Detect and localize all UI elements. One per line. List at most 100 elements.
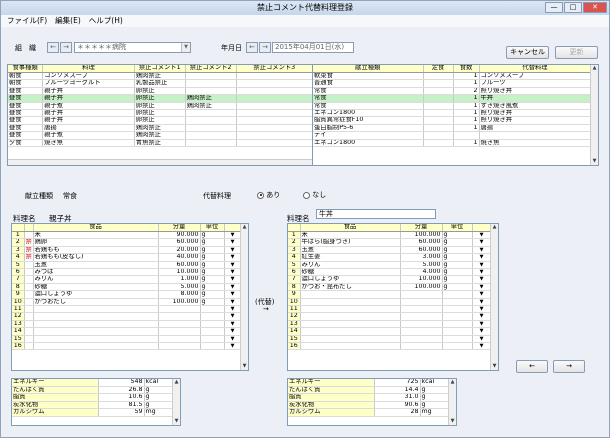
table-row[interactable]: 5 玉葱 60.000 g ▼ bbox=[12, 261, 242, 269]
table-row[interactable]: 14 ▼ bbox=[12, 327, 242, 336]
table-row[interactable]: 3 禁若鶏もも 20.000 g ▼ bbox=[12, 246, 242, 255]
food-unit[interactable]: g bbox=[200, 253, 225, 262]
food-name[interactable]: 玉葱 bbox=[33, 261, 159, 269]
kumi-next-button[interactable]: → bbox=[60, 42, 72, 53]
food-name[interactable]: 若鶏もも bbox=[33, 246, 159, 255]
food-amount[interactable]: 10.000 bbox=[400, 275, 443, 284]
food-unit[interactable] bbox=[442, 312, 473, 321]
food-amount[interactable]: 5.000 bbox=[400, 261, 443, 269]
table-row[interactable]: デイ bbox=[313, 131, 592, 140]
food-amount[interactable]: 90.000 bbox=[158, 231, 201, 240]
food-unit[interactable]: g bbox=[200, 275, 225, 284]
table-row[interactable]: 8 砂糖 5.000 g ▼ bbox=[12, 283, 242, 292]
table-row[interactable]: 昼食 親子煮 卵禁止 鶏肉禁止 bbox=[8, 102, 313, 110]
food-name[interactable] bbox=[300, 305, 401, 314]
food-unit[interactable]: g bbox=[200, 261, 225, 269]
kinshi-hscroll[interactable] bbox=[8, 159, 313, 165]
chevron-down-icon[interactable]: ▼ bbox=[472, 335, 492, 344]
food-unit[interactable]: g bbox=[200, 290, 225, 299]
food-name[interactable]: みりん bbox=[300, 261, 401, 269]
table-row[interactable]: 2 禁鶏卵 60.000 g ▼ bbox=[12, 238, 242, 247]
menu-file[interactable]: ファイル(F) bbox=[7, 15, 47, 27]
food-amount[interactable]: 60.000 bbox=[158, 261, 201, 269]
table-row[interactable]: 蛋白脂制P5-6 1 唐揚 bbox=[313, 124, 592, 133]
table-row[interactable]: 6 みつば 10.000 g ▼ bbox=[12, 268, 242, 277]
food-unit[interactable]: g bbox=[200, 283, 225, 292]
chevron-down-icon[interactable]: ▼ bbox=[224, 290, 242, 299]
table-row[interactable]: 常食 1 すき焼き風煮 bbox=[313, 102, 592, 110]
food-amount[interactable] bbox=[158, 335, 201, 344]
table-row[interactable]: 2 牛ばら(脂身つき) 60.000 g ▼ bbox=[288, 238, 492, 247]
food-name[interactable] bbox=[33, 335, 159, 344]
table-row[interactable]: 脂質異常症食F10 1 照り焼き丼 bbox=[313, 116, 592, 125]
table-row[interactable]: 軟菜食 1 コンソメスープ bbox=[313, 72, 592, 81]
chevron-down-icon[interactable]: ▼ bbox=[472, 261, 492, 269]
kumi-prev-button[interactable]: ← bbox=[47, 42, 59, 53]
table-row[interactable]: 10 ▼ bbox=[288, 298, 492, 306]
close-button[interactable]: ✕ bbox=[583, 2, 607, 13]
chevron-down-icon[interactable]: ▼ bbox=[472, 238, 492, 247]
table-row[interactable]: 4 紅生姜 3.000 g ▼ bbox=[288, 253, 492, 262]
food-name[interactable]: 鶏卵 bbox=[33, 238, 159, 247]
table-row[interactable]: 夕食 焼き魚 青魚禁止 bbox=[8, 139, 313, 147]
food-name[interactable]: 若鶏もも(皮なし) bbox=[33, 253, 159, 262]
chevron-down-icon[interactable]: ▼ bbox=[472, 342, 492, 351]
right-food-vscroll[interactable]: ▲ ▼ bbox=[490, 224, 498, 370]
food-name[interactable] bbox=[33, 305, 159, 314]
minimize-button[interactable]: — bbox=[545, 2, 563, 13]
food-unit[interactable] bbox=[200, 327, 225, 336]
table-row[interactable]: 11 ▼ bbox=[288, 305, 492, 314]
food-unit[interactable] bbox=[442, 342, 473, 351]
food-unit[interactable]: g bbox=[442, 231, 473, 240]
food-amount[interactable]: 10.000 bbox=[158, 268, 201, 277]
food-amount[interactable] bbox=[158, 320, 201, 329]
table-row[interactable]: 10 かつおだし 100.000 g ▼ bbox=[12, 298, 242, 306]
chevron-down-icon[interactable]: ▼ bbox=[472, 298, 492, 306]
cancel-button[interactable]: キャンセル bbox=[506, 46, 549, 59]
move-left-button[interactable]: ← bbox=[516, 360, 548, 373]
food-unit[interactable] bbox=[200, 312, 225, 321]
table-row[interactable]: 11 ▼ bbox=[12, 305, 242, 314]
food-unit[interactable]: g bbox=[442, 246, 473, 255]
chevron-down-icon[interactable]: ▼ bbox=[224, 261, 242, 269]
food-amount[interactable]: 100.000 bbox=[158, 298, 201, 306]
food-name[interactable] bbox=[300, 342, 401, 351]
chevron-down-icon[interactable]: ▼ bbox=[224, 335, 242, 344]
food-name[interactable]: 砂糖 bbox=[300, 268, 401, 277]
radio-ari[interactable]: あり bbox=[257, 190, 280, 200]
food-name[interactable] bbox=[33, 320, 159, 329]
chevron-down-icon[interactable]: ▼ bbox=[472, 231, 492, 240]
chevron-down-icon[interactable]: ▼ bbox=[472, 283, 492, 292]
table-row[interactable]: 9 ▼ bbox=[288, 290, 492, 299]
food-amount[interactable]: 100.000 bbox=[400, 283, 443, 292]
radio-nashi[interactable]: なし bbox=[303, 190, 326, 200]
food-unit[interactable]: g bbox=[442, 268, 473, 277]
table-row[interactable]: 昼食 親子丼 卵禁止 鶏肉禁止 bbox=[8, 94, 313, 103]
food-unit[interactable]: g bbox=[442, 253, 473, 262]
left-food-grid[interactable]: 食品 分量 単位 1 米 90.000 g ▼ 2 禁鶏卵 60.000 g ▼ 3 禁若鶏もも 20.00… bbox=[11, 223, 249, 371]
chevron-down-icon[interactable]: ▼ bbox=[224, 283, 242, 292]
food-unit[interactable] bbox=[200, 320, 225, 329]
food-name[interactable]: 濃口しょうゆ bbox=[33, 290, 159, 299]
kondate-grid[interactable]: 献立種類 定食 食数 代替料理 軟菜食 1 コンソメスープ 普通食 1 フルーツ 常食 2 照り焼き丼… bbox=[312, 64, 599, 166]
food-name[interactable] bbox=[33, 312, 159, 321]
move-right-button[interactable]: → bbox=[553, 360, 585, 373]
right-food-grid[interactable]: 食品 分量 単位 1 米 100.000 g ▼ 2 牛ばら(脂身つき) 60.000 g ▼ 3 玉葱 6… bbox=[287, 223, 499, 371]
table-row[interactable]: 13 ▼ bbox=[12, 320, 242, 329]
food-unit[interactable] bbox=[442, 305, 473, 314]
kumi-select[interactable]: ＊＊＊＊＊病院 ▼ bbox=[74, 42, 191, 53]
chevron-down-icon[interactable]: ▼ bbox=[472, 268, 492, 277]
table-row[interactable]: 14 ▼ bbox=[288, 327, 492, 336]
food-amount[interactable]: 60.000 bbox=[400, 246, 443, 255]
left-food-vscroll[interactable]: ▲ ▼ bbox=[240, 224, 248, 370]
chevron-down-icon[interactable]: ▼ bbox=[224, 246, 242, 255]
table-row[interactable]: 16 ▼ bbox=[288, 342, 492, 351]
food-unit[interactable] bbox=[200, 342, 225, 351]
food-unit[interactable] bbox=[442, 320, 473, 329]
scroll-up-icon[interactable]: ▲ bbox=[173, 379, 180, 386]
food-unit[interactable]: g bbox=[200, 238, 225, 247]
food-unit[interactable]: g bbox=[200, 231, 225, 240]
food-amount[interactable] bbox=[158, 327, 201, 336]
kondate-vscroll[interactable]: ▲ ▼ bbox=[590, 65, 598, 165]
table-row[interactable]: 昼食 親子丼 卵禁止 bbox=[8, 87, 313, 96]
